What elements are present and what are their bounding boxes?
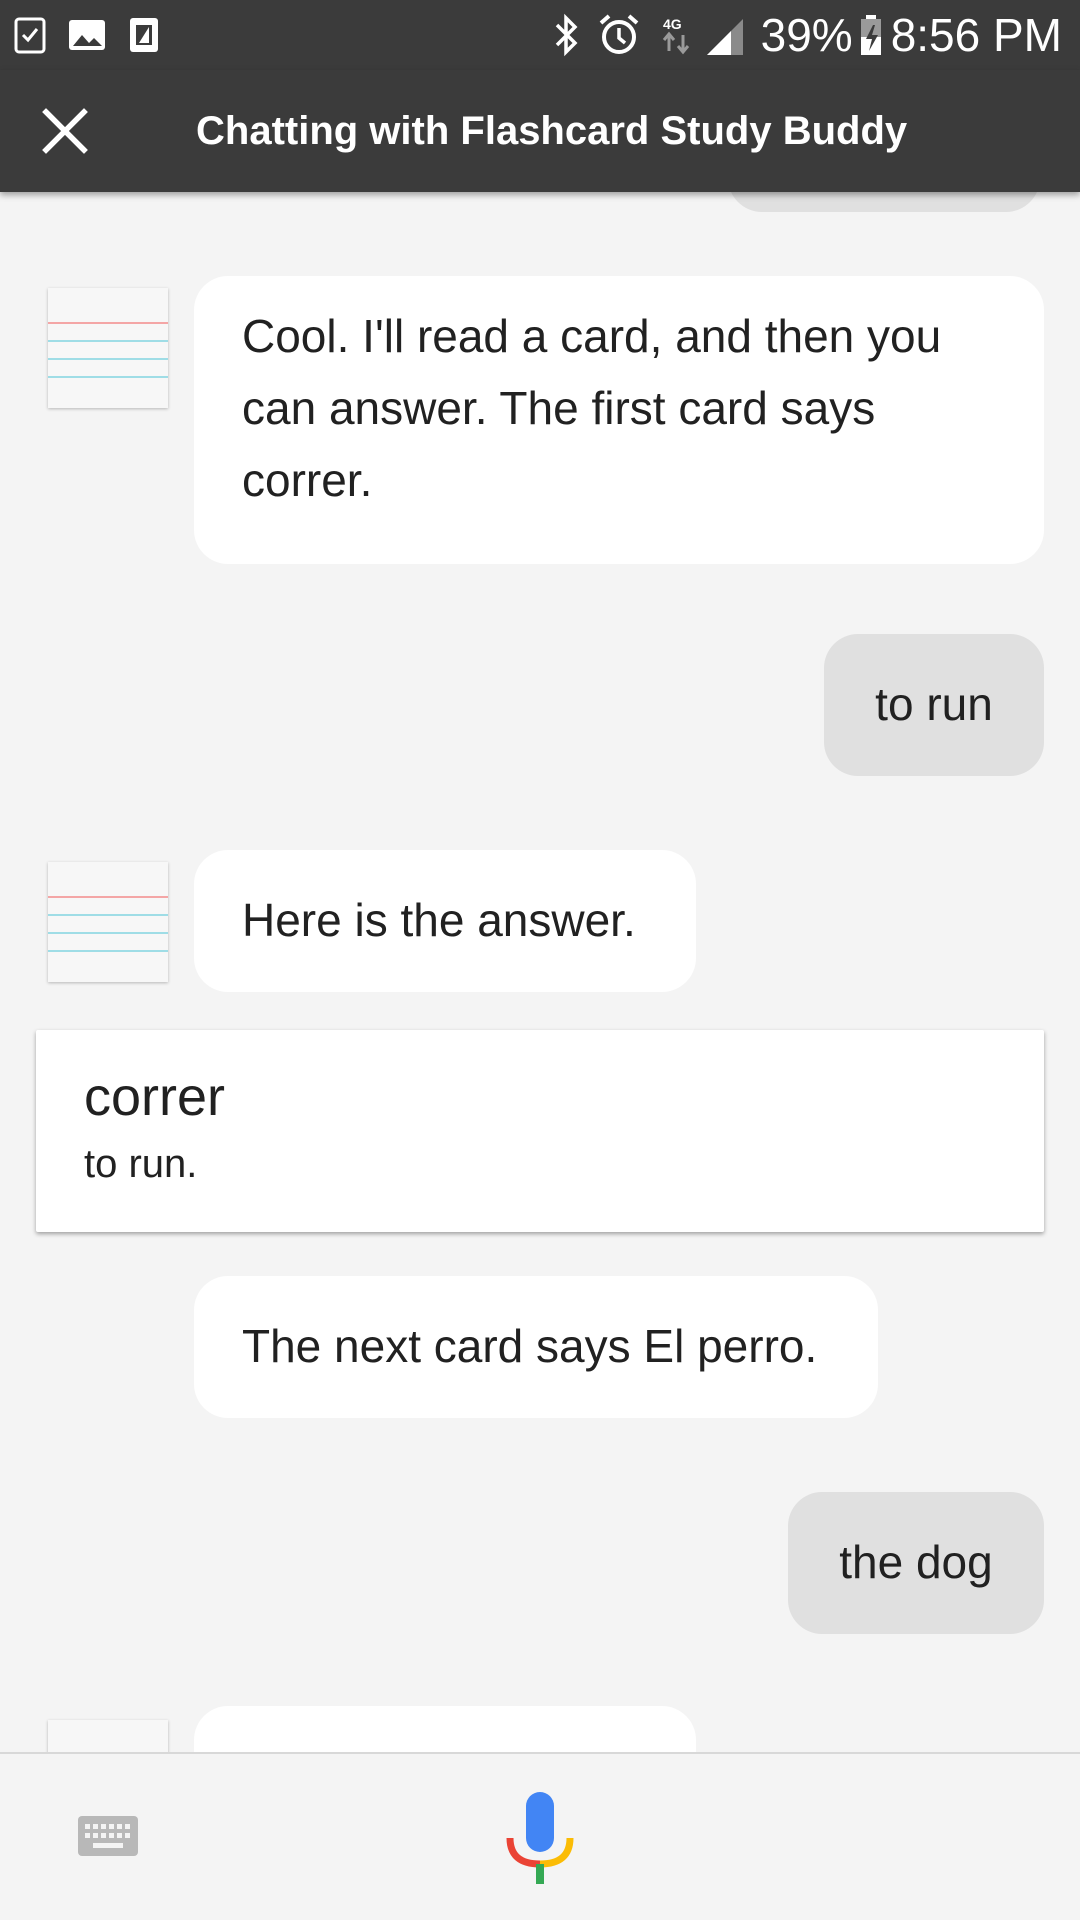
app-bar: Chatting with Flashcard Study Buddy bbox=[0, 70, 1080, 192]
card-answer: to run. bbox=[84, 1142, 198, 1186]
bot-message: Cool. I'll read a card, and then you can… bbox=[194, 276, 1044, 564]
bot-avatar bbox=[48, 862, 168, 982]
answer-card[interactable]: correr to run. bbox=[36, 1030, 1044, 1232]
keyboard-icon[interactable] bbox=[78, 1816, 138, 1856]
battery-charging-icon bbox=[860, 15, 881, 55]
notification-icons bbox=[14, 16, 160, 54]
status-bar: 4G 39% 8:56 PM bbox=[0, 0, 1080, 70]
system-status: 4G 39% 8:56 PM bbox=[551, 0, 1062, 70]
signal-icon bbox=[706, 19, 743, 55]
bot-avatar bbox=[48, 288, 168, 408]
bot-message-partial bbox=[194, 1706, 696, 1752]
bot-message: Here is the answer. bbox=[194, 850, 696, 992]
close-icon[interactable] bbox=[38, 104, 92, 158]
user-message: to run bbox=[824, 634, 1044, 776]
page-title: Chatting with Flashcard Study Buddy bbox=[196, 109, 908, 153]
alarm-icon bbox=[599, 14, 638, 54]
chat-conversation[interactable]: Cool. I'll read a card, and then you can… bbox=[0, 192, 1080, 1752]
input-bar bbox=[0, 1752, 1080, 1920]
previous-user-bubble bbox=[728, 192, 1040, 212]
clock: 8:56 PM bbox=[890, 9, 1062, 61]
bot-avatar bbox=[48, 1720, 168, 1752]
data-arrows-icon: 4G bbox=[662, 16, 689, 55]
bot-message-line: correr. bbox=[242, 454, 373, 506]
task-icon bbox=[14, 17, 46, 54]
bot-message: The next card says El perro. bbox=[194, 1276, 878, 1418]
screen: 4G 39% 8:56 PM Chatting with Flashcard S… bbox=[0, 0, 1080, 1920]
bluetooth-icon bbox=[555, 13, 578, 57]
microphone-icon[interactable] bbox=[506, 1792, 574, 1884]
bot-message-line: can answer. The first card says bbox=[242, 382, 876, 434]
bot-message-line: Cool. I'll read a card, and then you bbox=[242, 310, 942, 362]
sim-icon bbox=[130, 18, 158, 52]
user-message: the dog bbox=[788, 1492, 1044, 1634]
card-title: correr bbox=[84, 1067, 226, 1127]
image-icon bbox=[69, 20, 105, 50]
network-type-label: 4G bbox=[663, 16, 682, 32]
battery-percent: 39% bbox=[760, 9, 853, 61]
